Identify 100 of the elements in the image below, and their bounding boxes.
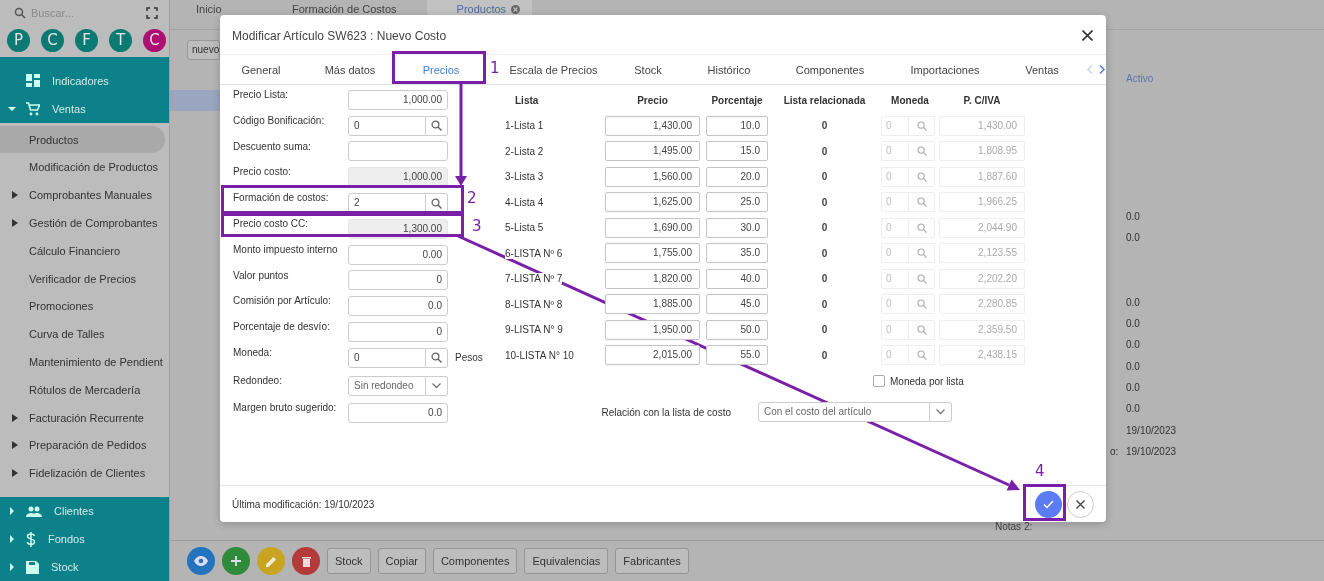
sidebar-item[interactable]: Modificación de Productos — [0, 153, 165, 182]
percent-field[interactable]: 35.0 — [706, 243, 768, 264]
dropdown-button[interactable] — [930, 402, 952, 422]
sidebar-item[interactable]: Rótulos de Mercadería — [0, 375, 165, 404]
close-icon[interactable] — [1082, 30, 1093, 41]
percent-field[interactable]: 30.0 — [706, 217, 768, 238]
edit-button[interactable] — [257, 547, 285, 575]
price-field[interactable]: 1,430.00 — [605, 115, 700, 136]
percent-field[interactable]: 10.0 — [706, 115, 768, 136]
selected-row[interactable] — [170, 90, 220, 111]
sidebar-item[interactable]: Facturación Recurrente — [0, 403, 165, 432]
percent-field[interactable]: 45.0 — [706, 294, 768, 315]
search-icon — [14, 6, 26, 19]
caret-icon — [12, 469, 18, 478]
input-field[interactable]: 0 — [348, 347, 426, 368]
input-field[interactable]: 1,000.00 — [348, 89, 448, 110]
sidebar-item[interactable]: Verificador de Precios — [0, 264, 165, 293]
search-button[interactable] — [426, 347, 448, 368]
confirm-button[interactable] — [1035, 490, 1062, 518]
checkbox[interactable] — [873, 375, 885, 387]
price-field[interactable]: 1,950.00 — [605, 319, 700, 340]
sidebar-item[interactable]: Mantenimiento de Pendient — [0, 348, 165, 376]
toolbar-button[interactable]: Componentes — [432, 548, 518, 574]
input-field[interactable] — [348, 141, 448, 162]
dialog-tab[interactable]: Ventas — [1001, 55, 1083, 84]
filter-field[interactable]: nuevo — [187, 40, 220, 60]
list-name: 1-Lista 1 — [505, 120, 544, 132]
toolbar-button[interactable]: Equivalencias — [524, 548, 609, 574]
shortcut-button[interactable]: T — [109, 28, 132, 52]
toolbar-button[interactable]: Stock — [327, 548, 371, 574]
dialog-tab[interactable]: Stock — [609, 55, 687, 84]
dialog-tab[interactable]: Importaciones — [889, 55, 1001, 84]
shortcut-button[interactable]: C — [143, 28, 166, 52]
price-field[interactable]: 2,015.00 — [605, 345, 700, 366]
shortcut-button[interactable]: P — [7, 28, 30, 52]
field-label: Porcentaje de desvío: — [233, 320, 331, 333]
percent-field[interactable]: 15.0 — [706, 141, 768, 162]
select-field[interactable]: Sin redondeo — [348, 376, 426, 397]
sidebar-item[interactable]: Promociones — [0, 292, 165, 321]
toolbar-button[interactable]: Fabricantes — [615, 548, 689, 574]
toolbar-button[interactable]: Copiar — [377, 548, 426, 574]
shortcut-button[interactable]: C — [41, 28, 64, 52]
sidebar-item[interactable]: Fidelización de Clientes — [0, 459, 165, 487]
sidebar-item[interactable]: Preparación de Pedidos — [0, 431, 165, 460]
field-label: Formación de costos: — [233, 191, 330, 204]
percent-field[interactable]: 50.0 — [706, 319, 768, 340]
input-field[interactable]: 0.0 — [348, 403, 448, 424]
dropdown-button[interactable] — [426, 376, 448, 397]
list-name: 6-LISTA Nº 6 — [505, 247, 563, 259]
chevron-right-icon[interactable] — [1099, 65, 1105, 74]
field-value: 0.0 — [1126, 360, 1140, 372]
people-icon — [26, 505, 42, 517]
dialog-tab[interactable]: Precios — [398, 55, 484, 84]
percent-field[interactable]: 20.0 — [706, 166, 768, 187]
price-field[interactable]: 1,560.00 — [605, 166, 700, 187]
sidebar-module[interactable]: Clientes — [0, 497, 169, 525]
dialog-tab[interactable]: Escala de Precios — [498, 55, 609, 84]
dialog-tab[interactable]: Más datos — [302, 55, 398, 84]
price-field[interactable]: 1,885.00 — [605, 294, 700, 315]
sidebar-module[interactable]: Ventas — [0, 94, 169, 123]
input-field[interactable]: 0 — [348, 322, 448, 343]
percent-field[interactable]: 55.0 — [706, 345, 768, 366]
sidebar-item[interactable]: Cálculo Financiero — [0, 236, 165, 265]
dialog-tab[interactable]: General — [220, 55, 302, 84]
input-field[interactable]: 0.00 — [348, 244, 448, 265]
step-number: 2 — [467, 189, 477, 207]
field-value: 0.0 — [1126, 403, 1140, 415]
input-field[interactable]: 0 — [348, 115, 426, 136]
view-button[interactable] — [187, 547, 215, 575]
cancel-button[interactable] — [1067, 490, 1094, 518]
shortcut-button[interactable]: F — [75, 28, 98, 52]
sidebar-item[interactable]: Comprobantes Manuales — [0, 181, 165, 210]
price-with-tax-field: 2,438.15 — [939, 345, 1025, 366]
price-field[interactable]: 1,820.00 — [605, 268, 700, 289]
sidebar-item[interactable]: Curva de Talles — [0, 320, 165, 348]
percent-field[interactable]: 40.0 — [706, 268, 768, 289]
add-button[interactable] — [222, 547, 250, 575]
price-field[interactable]: 1,625.00 — [605, 192, 700, 213]
search-button[interactable] — [426, 115, 448, 136]
fullscreen-icon[interactable] — [146, 6, 158, 19]
price-field[interactable]: 1,690.00 — [605, 217, 700, 238]
input-field[interactable]: 0 — [348, 270, 448, 291]
dialog-tab[interactable]: Histórico — [687, 55, 771, 84]
price-field[interactable]: 1,755.00 — [605, 243, 700, 264]
price-with-tax-field: 1,887.60 — [939, 166, 1025, 187]
input-field[interactable]: 2 — [348, 193, 426, 214]
table-cell-text: 0 — [820, 298, 829, 310]
sidebar-module[interactable]: Fondos — [0, 525, 169, 553]
sidebar-module[interactable]: Stock — [0, 553, 169, 581]
sidebar-item[interactable]: Gestión de Comprobantes — [0, 209, 165, 237]
sidebar-module[interactable]: Indicadores — [0, 66, 169, 95]
delete-button[interactable] — [292, 547, 320, 575]
sidebar-item[interactable]: Productos — [0, 125, 165, 154]
list-name: 4-Lista 4 — [505, 196, 544, 208]
dialog-tab[interactable]: Componentes — [771, 55, 889, 84]
input-field[interactable]: 0.0 — [348, 296, 448, 317]
select-field[interactable]: Con el costo del artículo — [758, 402, 930, 422]
percent-field[interactable]: 25.0 — [706, 192, 768, 213]
price-field[interactable]: 1,495.00 — [605, 141, 700, 162]
field-label: Margen bruto sugerido: — [233, 400, 338, 413]
